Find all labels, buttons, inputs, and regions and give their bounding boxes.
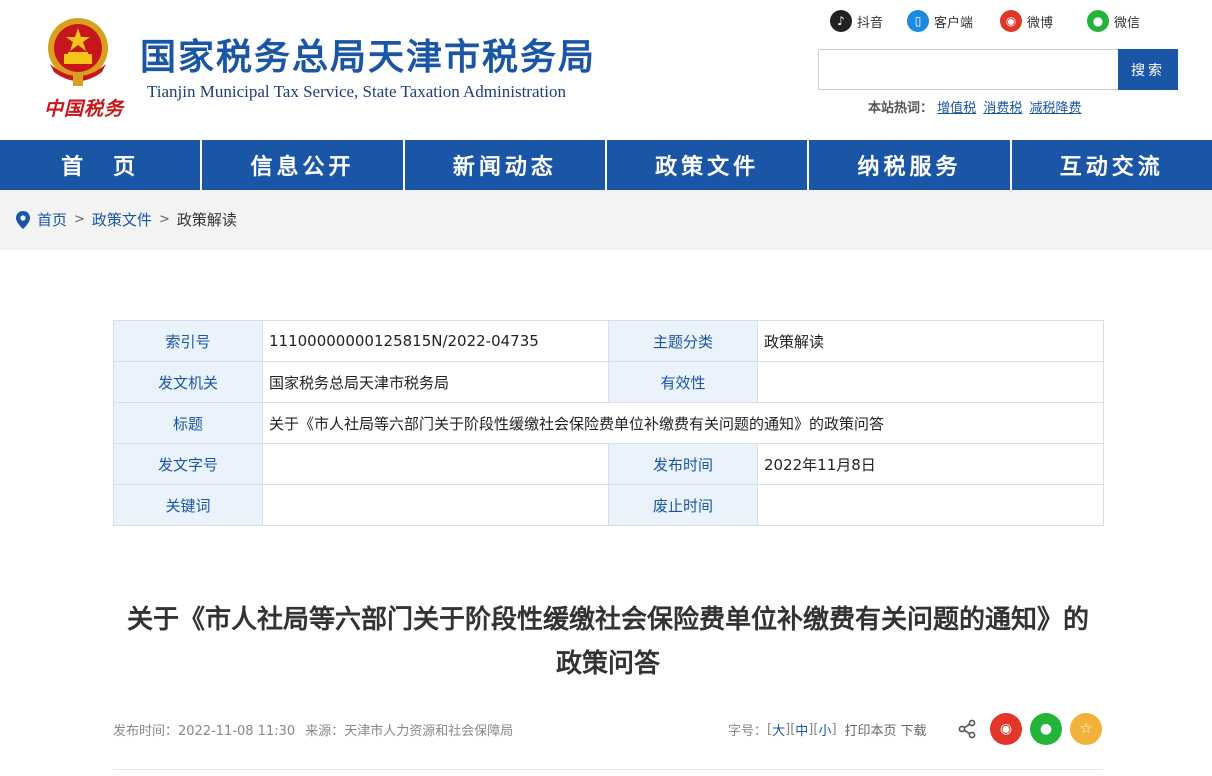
hot-word-consumption-tax[interactable]: 消费税 bbox=[983, 101, 1022, 116]
table-row: 索引号 11100000000125815N/2022-04735 主题分类 政… bbox=[113, 320, 1104, 362]
national-emblem-icon bbox=[48, 18, 108, 86]
breadcrumb-current: 政策解读 bbox=[176, 211, 237, 229]
search-input[interactable] bbox=[818, 49, 1118, 90]
nav-info-disclosure[interactable]: 信息公开 bbox=[202, 140, 405, 190]
main-nav: 首 页 信息公开 新闻动态 政策文件 纳税服务 互动交流 bbox=[0, 140, 1212, 190]
hot-word-vat[interactable]: 增值税 bbox=[937, 101, 976, 116]
font-size-small[interactable]: 小 bbox=[818, 720, 831, 739]
expire-date-label: 废止时间 bbox=[608, 484, 758, 526]
favorite-button[interactable]: ☆ bbox=[1070, 713, 1102, 745]
index-no-label: 索引号 bbox=[113, 320, 263, 362]
weibo-icon: ◉ bbox=[999, 721, 1013, 737]
douyin-icon: ♪ bbox=[830, 10, 852, 32]
nav-home[interactable]: 首 页 bbox=[0, 140, 203, 190]
table-row: 发文字号 发布时间 2022年11月8日 bbox=[113, 443, 1104, 485]
weibo-label: 微博 bbox=[1027, 15, 1054, 31]
wechat-label: 微信 bbox=[1114, 15, 1141, 31]
hot-word-tax-reduction[interactable]: 减税降费 bbox=[1029, 101, 1081, 116]
nav-interaction[interactable]: 互动交流 bbox=[1012, 140, 1212, 190]
mobile-client-icon: ▯ bbox=[907, 10, 929, 32]
validity-value bbox=[757, 361, 1104, 403]
font-size-label: 字号： bbox=[728, 724, 768, 739]
table-row: 发文机关 国家税务总局天津市税务局 有效性 bbox=[113, 361, 1104, 403]
wechat-icon: ● bbox=[1087, 10, 1109, 32]
article-info: 发布时间：2022-11-08 11:30 来源：天津市人力资源和社会保障局 bbox=[113, 720, 519, 739]
font-size-large[interactable]: 大 bbox=[772, 720, 785, 739]
table-row: 标题 关于《市人社局等六部门关于阶段性缓缴社会保险费单位补缴费有关问题的通知》的… bbox=[113, 402, 1104, 444]
breadcrumb: 首页 > 政策文件 > 政策解读 bbox=[16, 209, 237, 230]
print-page-link[interactable]: 打印本页 bbox=[845, 720, 897, 739]
publish-date-label: 发布时间 bbox=[608, 443, 758, 485]
site-title[interactable]: 国家税务总局天津市税务局 bbox=[140, 28, 596, 80]
category-value: 政策解读 bbox=[757, 320, 1104, 362]
breadcrumb-policy-documents[interactable]: 政策文件 bbox=[92, 209, 152, 230]
doc-no-value bbox=[262, 443, 609, 485]
category-label: 主题分类 bbox=[608, 320, 758, 362]
breadcrumb-home[interactable]: 首页 bbox=[37, 209, 67, 230]
star-icon: ☆ bbox=[1079, 721, 1093, 737]
nav-policy-documents[interactable]: 政策文件 bbox=[607, 140, 810, 190]
hot-words: 本站热词： 增值税 消费税 减税降费 bbox=[868, 97, 1084, 116]
breadcrumb-separator: > bbox=[158, 212, 170, 227]
divider bbox=[113, 769, 1103, 770]
breadcrumb-separator: > bbox=[74, 212, 85, 227]
hot-words-label: 本站热词： bbox=[868, 101, 934, 116]
douyin-link[interactable]: ♪ 抖音 bbox=[830, 10, 883, 32]
download-link[interactable]: 下载 bbox=[901, 720, 927, 739]
title-label: 标题 bbox=[113, 402, 263, 444]
font-size-medium[interactable]: 中 bbox=[795, 720, 808, 739]
mobile-client-link[interactable]: ▯ 客户端 bbox=[907, 10, 973, 32]
issuer-label: 发文机关 bbox=[113, 361, 263, 403]
share-weibo-button[interactable]: ◉ bbox=[990, 713, 1022, 745]
expire-date-value bbox=[757, 484, 1104, 526]
location-pin-icon bbox=[16, 210, 30, 229]
search-button[interactable]: 搜索 bbox=[1118, 49, 1178, 90]
article-title: 关于《市人社局等六部门关于阶段性缓缴社会保险费单位补缴费有关问题的通知》的政策问… bbox=[126, 605, 1089, 679]
index-no-value: 11100000000125815N/2022-04735 bbox=[262, 320, 609, 362]
article-tools: 字号： [大] [中] [小] 打印本页 下载 bbox=[728, 720, 927, 739]
wechat-link[interactable]: ● 微信 bbox=[1087, 10, 1140, 32]
publish-time: 发布时间：2022-11-08 11:30 bbox=[113, 724, 296, 739]
china-tax-logo-text: 中国税务 bbox=[44, 98, 125, 120]
weibo-icon: ◉ bbox=[1000, 10, 1022, 32]
mobile-client-label: 客户端 bbox=[934, 15, 974, 31]
publish-date-value: 2022年11月8日 bbox=[757, 443, 1104, 485]
site-header: 中国税务 国家税务总局天津市税务局 Tianjin Municipal Tax … bbox=[0, 0, 1212, 140]
share-wechat-button[interactable]: ● bbox=[1030, 713, 1062, 745]
share-icon[interactable] bbox=[957, 719, 977, 739]
keywords-value bbox=[262, 484, 609, 526]
keywords-label: 关键词 bbox=[113, 484, 263, 526]
douyin-label: 抖音 bbox=[857, 15, 884, 31]
document-meta-table: 索引号 11100000000125815N/2022-04735 主题分类 政… bbox=[113, 320, 1104, 526]
nav-tax-service[interactable]: 纳税服务 bbox=[809, 140, 1012, 190]
nav-news[interactable]: 新闻动态 bbox=[405, 140, 607, 190]
wechat-icon: ● bbox=[1039, 721, 1053, 737]
article-source: 来源：天津市人力资源和社会保障局 bbox=[305, 724, 514, 739]
site-subtitle: Tianjin Municipal Tax Service, State Tax… bbox=[147, 82, 566, 101]
breadcrumb-bar: 首页 > 政策文件 > 政策解读 bbox=[0, 190, 1212, 250]
weibo-link[interactable]: ◉ 微博 bbox=[1000, 10, 1053, 32]
validity-label: 有效性 bbox=[608, 361, 758, 403]
title-value: 关于《市人社局等六部门关于阶段性缓缴社会保险费单位补缴费有关问题的通知》的政策问… bbox=[262, 402, 1104, 444]
issuer-value: 国家税务总局天津市税务局 bbox=[262, 361, 609, 403]
table-row: 关键词 废止时间 bbox=[113, 484, 1104, 526]
doc-no-label: 发文字号 bbox=[113, 443, 263, 485]
